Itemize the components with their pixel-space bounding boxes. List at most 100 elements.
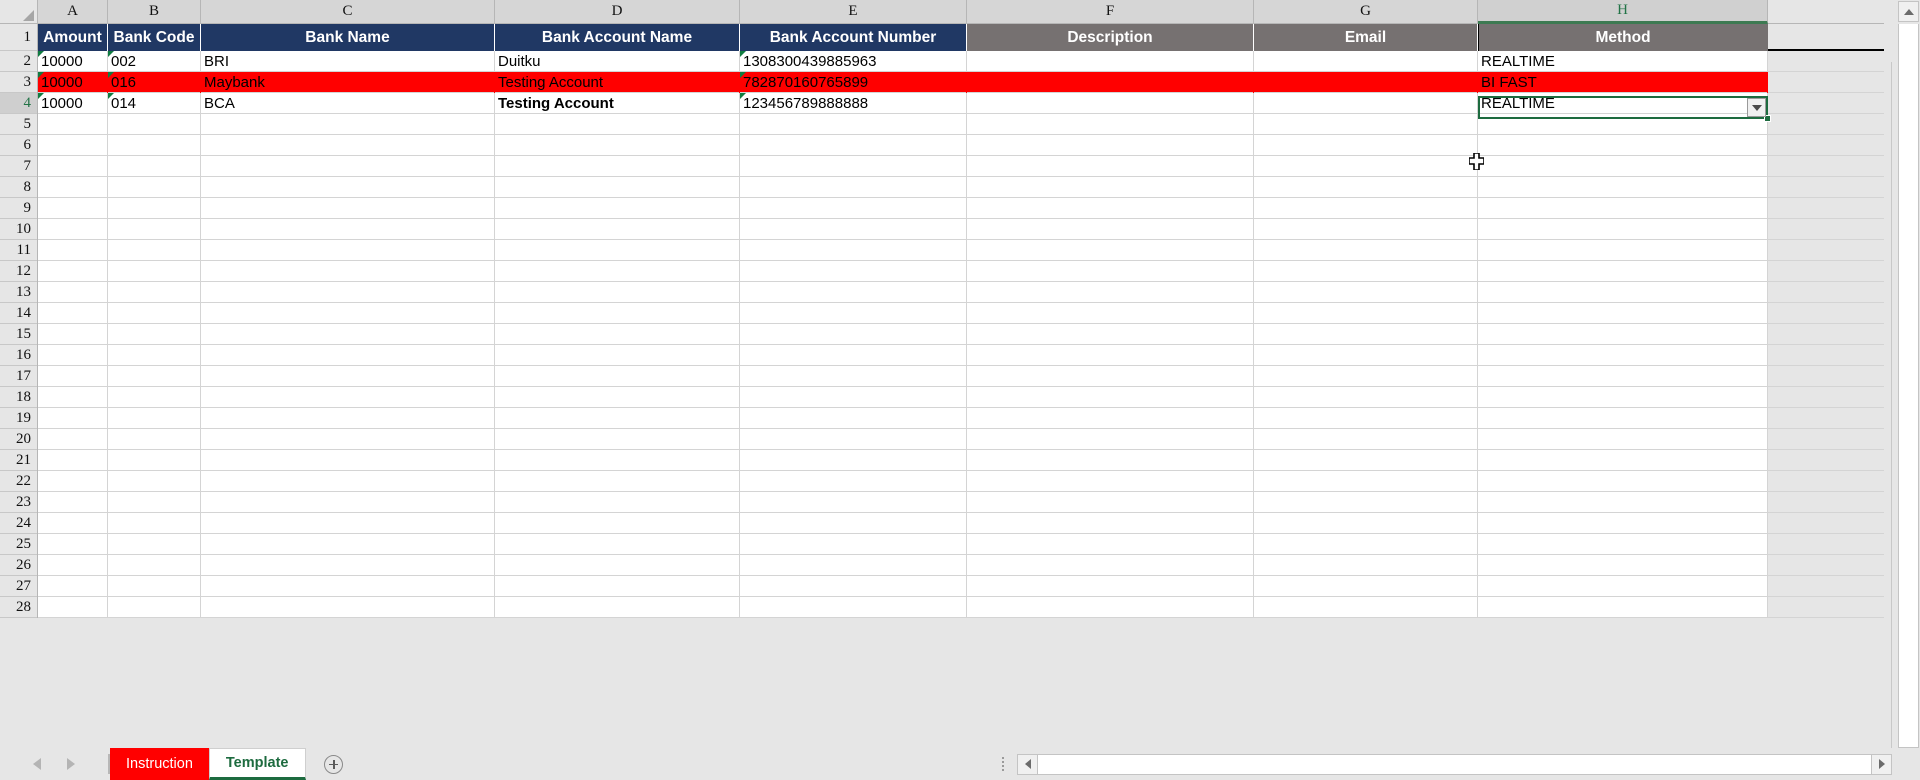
empty-row[interactable] bbox=[38, 534, 1884, 555]
cell-B2[interactable]: 002 bbox=[108, 51, 201, 72]
cell-D14[interactable] bbox=[495, 303, 740, 324]
cell-C28[interactable] bbox=[201, 597, 495, 618]
cell-A7[interactable] bbox=[38, 156, 108, 177]
cell-B22[interactable] bbox=[108, 471, 201, 492]
row-header-21[interactable]: 21 bbox=[0, 450, 37, 471]
cell-E17[interactable] bbox=[740, 366, 967, 387]
cell-H17[interactable] bbox=[1478, 366, 1768, 387]
row-header-26[interactable]: 26 bbox=[0, 555, 37, 576]
cell-H12[interactable] bbox=[1478, 261, 1768, 282]
cell-D3[interactable]: Testing Account bbox=[495, 72, 740, 93]
row-header-6[interactable]: 6 bbox=[0, 135, 37, 156]
cell-E15[interactable] bbox=[740, 324, 967, 345]
cell-D20[interactable] bbox=[495, 429, 740, 450]
cell-H21[interactable] bbox=[1478, 450, 1768, 471]
cell-E3[interactable]: 782870160765899 bbox=[740, 72, 967, 93]
cell-D17[interactable] bbox=[495, 366, 740, 387]
cell-B6[interactable] bbox=[108, 135, 201, 156]
cell-C8[interactable] bbox=[201, 177, 495, 198]
cell-B11[interactable] bbox=[108, 240, 201, 261]
cell-D27[interactable] bbox=[495, 576, 740, 597]
cell-E18[interactable] bbox=[740, 387, 967, 408]
horizontal-scrollbar[interactable] bbox=[1017, 748, 1892, 780]
column-header-g[interactable]: G bbox=[1254, 0, 1478, 24]
cell-E23[interactable] bbox=[740, 492, 967, 513]
cell-F25[interactable] bbox=[967, 534, 1254, 555]
cell-B25[interactable] bbox=[108, 534, 201, 555]
header-cell-g[interactable]: Email bbox=[1254, 24, 1478, 51]
cell-H10[interactable] bbox=[1478, 219, 1768, 240]
cell-D10[interactable] bbox=[495, 219, 740, 240]
cell-B23[interactable] bbox=[108, 492, 201, 513]
cell-C19[interactable] bbox=[201, 408, 495, 429]
cell-G20[interactable] bbox=[1254, 429, 1478, 450]
cell-D15[interactable] bbox=[495, 324, 740, 345]
row-header-14[interactable]: 14 bbox=[0, 303, 37, 324]
add-sheet-button[interactable] bbox=[306, 748, 362, 780]
chevron-left-icon[interactable] bbox=[33, 758, 41, 770]
cell-C22[interactable] bbox=[201, 471, 495, 492]
cell-D23[interactable] bbox=[495, 492, 740, 513]
cell-B21[interactable] bbox=[108, 450, 201, 471]
horizontal-scroll-grip[interactable] bbox=[989, 748, 1017, 780]
cell-E8[interactable] bbox=[740, 177, 967, 198]
column-header-a[interactable]: A bbox=[38, 0, 108, 24]
empty-row[interactable] bbox=[38, 261, 1884, 282]
cell-C2[interactable]: BRI bbox=[201, 51, 495, 72]
cell-F11[interactable] bbox=[967, 240, 1254, 261]
row-header-9[interactable]: 9 bbox=[0, 198, 37, 219]
cell-G14[interactable] bbox=[1254, 303, 1478, 324]
cell-A17[interactable] bbox=[38, 366, 108, 387]
cell-G28[interactable] bbox=[1254, 597, 1478, 618]
cell-H5[interactable] bbox=[1478, 114, 1768, 135]
cell-E14[interactable] bbox=[740, 303, 967, 324]
table-row[interactable]: 10000 014 BCA Testing Account 12345678988888… bbox=[38, 93, 1884, 114]
row-header-1[interactable]: 1 bbox=[0, 24, 37, 51]
cell-G9[interactable] bbox=[1254, 198, 1478, 219]
row-header-25[interactable]: 25 bbox=[0, 534, 37, 555]
cell-A10[interactable] bbox=[38, 219, 108, 240]
cell-A27[interactable] bbox=[38, 576, 108, 597]
cell-B18[interactable] bbox=[108, 387, 201, 408]
cell-F22[interactable] bbox=[967, 471, 1254, 492]
sheet-tab-template[interactable]: Template bbox=[208, 748, 306, 780]
cell-C25[interactable] bbox=[201, 534, 495, 555]
cell-H18[interactable] bbox=[1478, 387, 1768, 408]
cell-B7[interactable] bbox=[108, 156, 201, 177]
cell-B13[interactable] bbox=[108, 282, 201, 303]
cell-F24[interactable] bbox=[967, 513, 1254, 534]
cell-G15[interactable] bbox=[1254, 324, 1478, 345]
cell-canvas[interactable]: Amount Bank Code Bank Name Bank Account Nam… bbox=[38, 24, 1884, 618]
row-header-17[interactable]: 17 bbox=[0, 366, 37, 387]
cell-D2[interactable]: Duitku bbox=[495, 51, 740, 72]
cell-F14[interactable] bbox=[967, 303, 1254, 324]
empty-row[interactable] bbox=[38, 387, 1884, 408]
vertical-scroll-track[interactable] bbox=[1898, 24, 1919, 748]
cell-G17[interactable] bbox=[1254, 366, 1478, 387]
cell-F7[interactable] bbox=[967, 156, 1254, 177]
cell-B10[interactable] bbox=[108, 219, 201, 240]
cell-E22[interactable] bbox=[740, 471, 967, 492]
cell-F10[interactable] bbox=[967, 219, 1254, 240]
cell-G24[interactable] bbox=[1254, 513, 1478, 534]
empty-row[interactable] bbox=[38, 240, 1884, 261]
cell-F3[interactable] bbox=[967, 72, 1254, 93]
cell-E19[interactable] bbox=[740, 408, 967, 429]
empty-row[interactable] bbox=[38, 177, 1884, 198]
header-cell-e[interactable]: Bank Account Number bbox=[740, 24, 967, 51]
cell-E6[interactable] bbox=[740, 135, 967, 156]
cell-F18[interactable] bbox=[967, 387, 1254, 408]
cell-H24[interactable] bbox=[1478, 513, 1768, 534]
cell-G2[interactable] bbox=[1254, 51, 1478, 72]
cell-A23[interactable] bbox=[38, 492, 108, 513]
scroll-right-button[interactable] bbox=[1871, 753, 1892, 775]
cell-F4[interactable] bbox=[967, 93, 1254, 114]
header-cell-d[interactable]: Bank Account Name bbox=[495, 24, 740, 51]
cell-B19[interactable] bbox=[108, 408, 201, 429]
cell-C12[interactable] bbox=[201, 261, 495, 282]
cell-B26[interactable] bbox=[108, 555, 201, 576]
cell-D28[interactable] bbox=[495, 597, 740, 618]
cell-C16[interactable] bbox=[201, 345, 495, 366]
cell-E11[interactable] bbox=[740, 240, 967, 261]
cell-F26[interactable] bbox=[967, 555, 1254, 576]
